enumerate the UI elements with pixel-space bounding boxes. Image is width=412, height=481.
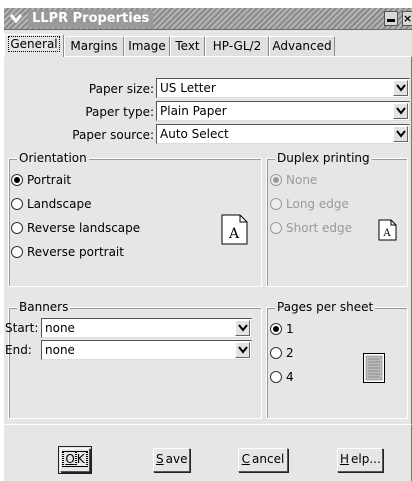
orientation-group: Orientation Portrait Landscape Reverse l… bbox=[8, 151, 262, 287]
radio-label: 4 bbox=[286, 370, 294, 384]
radio-indicator[interactable] bbox=[270, 198, 282, 210]
banner-start-label: Start: bbox=[5, 321, 39, 335]
banners-legend: Banners bbox=[17, 300, 71, 314]
button-label: elp... bbox=[351, 452, 381, 466]
paper-source-label: Paper source: bbox=[72, 128, 154, 142]
chevron-down-icon[interactable] bbox=[393, 80, 408, 96]
tab-margins[interactable]: Margins bbox=[64, 36, 124, 56]
radio-label: Reverse landscape bbox=[27, 221, 141, 235]
mnemonic: H bbox=[340, 452, 350, 466]
preview-letter: A bbox=[382, 228, 391, 239]
radio-indicator[interactable] bbox=[11, 174, 23, 186]
tab-label: Image bbox=[128, 39, 166, 53]
chevron-down-icon[interactable] bbox=[393, 103, 408, 119]
help-button[interactable]: Help... bbox=[337, 448, 383, 472]
pages-per-sheet-legend: Pages per sheet bbox=[275, 300, 376, 314]
button-label: ancel bbox=[252, 452, 285, 466]
tab-hpgl2[interactable]: HP-GL/2 bbox=[205, 36, 269, 56]
radio-label: Long edge bbox=[286, 197, 349, 211]
radio-indicator[interactable] bbox=[270, 347, 282, 359]
minimize-button[interactable] bbox=[384, 11, 398, 26]
button-bar: OK Save Cancel Help... bbox=[4, 424, 412, 481]
tab-text[interactable]: Text bbox=[170, 36, 205, 56]
paper-type-value: Plain Paper bbox=[160, 104, 227, 118]
radio-label: Reverse portrait bbox=[27, 245, 124, 259]
close-button[interactable]: × bbox=[402, 11, 412, 26]
paper-type-select[interactable]: Plain Paper bbox=[156, 101, 410, 121]
radio-label: Landscape bbox=[27, 197, 92, 211]
paper-size-value: US Letter bbox=[160, 81, 216, 95]
radio-indicator[interactable] bbox=[11, 222, 23, 234]
tab-advanced[interactable]: Advanced bbox=[269, 36, 335, 56]
radio-label: Short edge bbox=[286, 221, 353, 235]
properties-dialog: LLPR Properties × General Margins Image … bbox=[4, 8, 412, 481]
save-button[interactable]: Save bbox=[153, 448, 190, 472]
chevron-down-icon[interactable] bbox=[235, 342, 250, 358]
button-label: K bbox=[74, 451, 87, 467]
radio-indicator[interactable] bbox=[270, 323, 282, 335]
pages-per-sheet-group: Pages per sheet 1 2 4 bbox=[266, 300, 408, 419]
radio-indicator[interactable] bbox=[11, 198, 23, 210]
banner-end-select[interactable]: none bbox=[41, 340, 252, 360]
chevron-down-icon[interactable] bbox=[235, 320, 250, 336]
banners-group: Banners Start: none End: none bbox=[5, 300, 262, 419]
preview-letter: A bbox=[228, 226, 240, 242]
window-menu-icon[interactable] bbox=[10, 11, 22, 25]
banner-end-value: none bbox=[45, 343, 75, 357]
duplex-preview-icon: A bbox=[378, 219, 397, 241]
paper-size-row: Paper size: bbox=[4, 78, 154, 100]
tab-label: Advanced bbox=[272, 39, 332, 53]
duplex-group: Duplex printing None Long edge Short edg… bbox=[266, 151, 408, 287]
title-bar[interactable]: LLPR Properties × bbox=[4, 8, 412, 30]
cancel-button[interactable]: Cancel bbox=[238, 448, 288, 472]
banner-start-value: none bbox=[45, 321, 75, 335]
paper-size-select[interactable]: US Letter bbox=[156, 78, 410, 98]
chevron-down-icon[interactable] bbox=[393, 126, 408, 142]
radio-label: 2 bbox=[286, 346, 294, 360]
duplex-legend: Duplex printing bbox=[275, 151, 372, 165]
tab-label: Margins bbox=[70, 39, 118, 53]
radio-indicator[interactable] bbox=[11, 246, 23, 258]
mnemonic: S bbox=[156, 452, 164, 466]
window-title: LLPR Properties bbox=[28, 10, 154, 28]
paper-size-label: Paper size: bbox=[88, 82, 154, 96]
radio-label: Portrait bbox=[27, 173, 72, 187]
radio-indicator[interactable] bbox=[270, 174, 282, 186]
radio-indicator[interactable] bbox=[270, 371, 282, 383]
paper-source-value: Auto Select bbox=[160, 127, 229, 141]
tab-label: General bbox=[8, 36, 60, 52]
radio-label: 1 bbox=[286, 322, 294, 336]
ok-button[interactable]: OK bbox=[58, 446, 92, 474]
paper-source-select[interactable]: Auto Select bbox=[156, 124, 410, 144]
tab-label: Text bbox=[175, 39, 200, 53]
orientation-legend: Orientation bbox=[17, 151, 89, 165]
banner-end-label: End: bbox=[5, 343, 32, 357]
mnemonic: O bbox=[63, 451, 77, 467]
paper-type-label: Paper type: bbox=[85, 105, 154, 119]
paper-source-row: Paper source: bbox=[4, 124, 154, 146]
layout-preview-icon bbox=[363, 353, 385, 383]
banner-start-select[interactable]: none bbox=[41, 318, 252, 338]
paper-type-row: Paper type: bbox=[4, 101, 154, 123]
radio-indicator[interactable] bbox=[270, 222, 282, 234]
button-label: ave bbox=[165, 452, 188, 466]
page-preview-icon: A bbox=[221, 214, 248, 245]
general-tab-page: Paper size: US Letter Paper type: Plain … bbox=[4, 56, 412, 424]
mnemonic: C bbox=[241, 452, 251, 466]
tab-general[interactable]: General bbox=[4, 34, 64, 57]
radio-label: None bbox=[286, 173, 318, 187]
tab-image[interactable]: Image bbox=[124, 36, 170, 56]
tab-label: HP-GL/2 bbox=[212, 39, 262, 53]
